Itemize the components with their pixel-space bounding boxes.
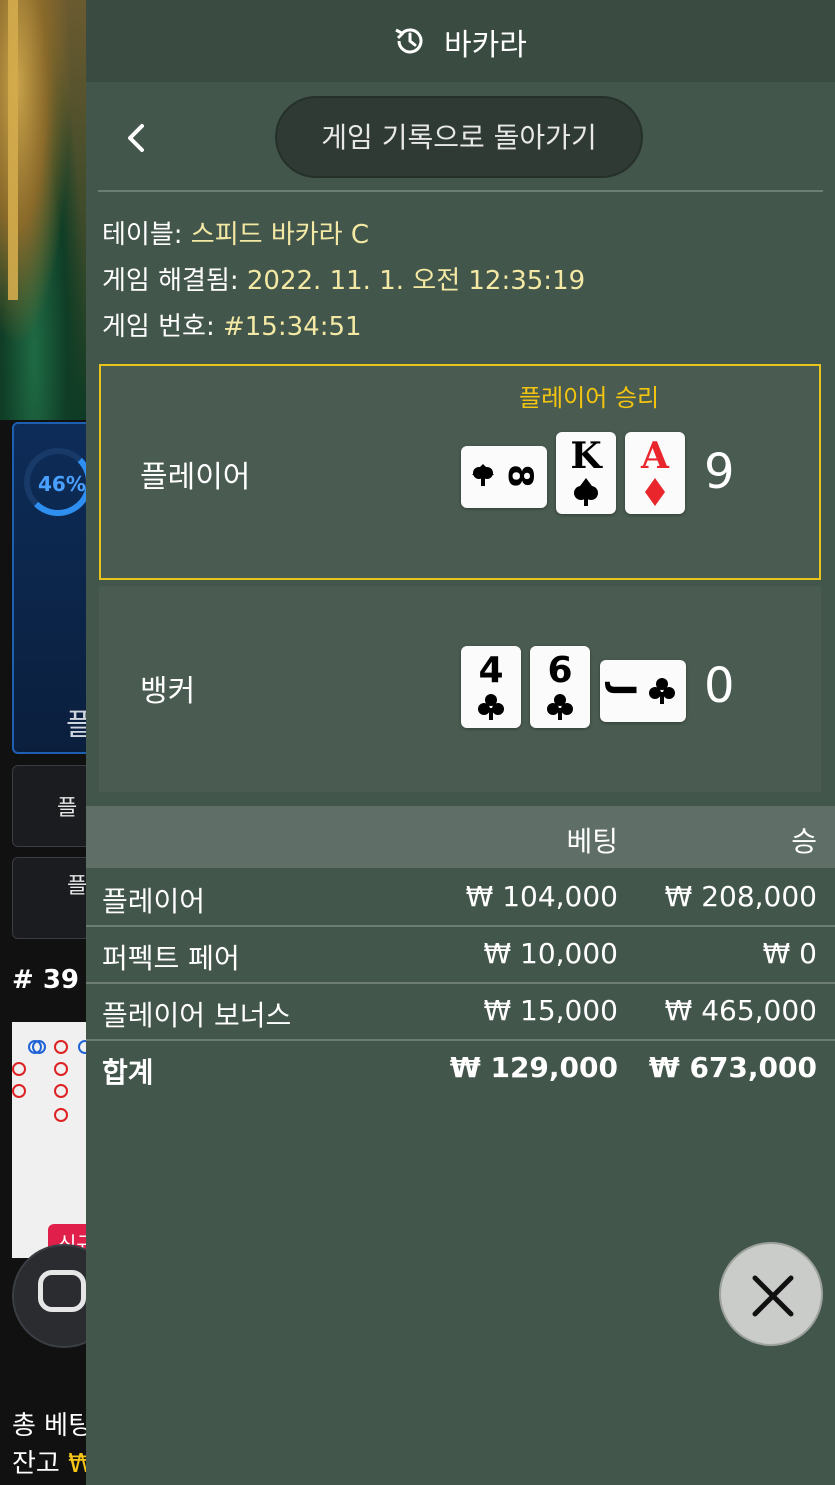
table-info: 테이블: 스피드 바카라 C bbox=[102, 214, 369, 251]
svg-text:K: K bbox=[570, 435, 603, 477]
divider bbox=[98, 190, 823, 192]
win-amount: ₩ 208,000 bbox=[664, 880, 817, 913]
round-number: # 39 bbox=[12, 965, 80, 995]
resolved-info: 게임 해결됨: 2022. 11. 1. 오전 12:35:19 bbox=[102, 260, 585, 297]
player-panel-label: 플 bbox=[66, 708, 86, 743]
table-total-row: 합계 ₩ 129,000 ₩ 673,000 bbox=[86, 1041, 835, 1096]
table-row: 퍼펙트 페어 ₩ 10,000 ₩ 0 bbox=[86, 927, 835, 984]
win-amount: ₩ 465,000 bbox=[664, 994, 817, 1027]
history-icon bbox=[395, 28, 423, 54]
live-video-feed bbox=[0, 0, 86, 420]
game-number-info: 게임 번호: #15:34:51 bbox=[102, 306, 362, 343]
bet-amount: ₩ 15,000 bbox=[483, 994, 618, 1027]
column-header-win: 승 bbox=[791, 825, 817, 858]
player-label: 플레이어 bbox=[140, 460, 251, 495]
side-bet-label: 플 bbox=[57, 796, 78, 821]
total-win: ₩ 673,000 bbox=[648, 1051, 817, 1084]
balance-row: 잔고 ₩ bbox=[12, 1443, 86, 1480]
bet-amount: ₩ 10,000 bbox=[483, 937, 618, 970]
total-bet: ₩ 129,000 bbox=[449, 1051, 618, 1084]
card-banker-1: 4 bbox=[461, 646, 521, 728]
svg-text:8: 8 bbox=[500, 464, 540, 488]
panel-header: 바카라 bbox=[86, 0, 835, 82]
panel-title: 바카라 bbox=[444, 28, 527, 63]
column-header-bet: 베팅 bbox=[566, 825, 618, 858]
card-player-1: 8 bbox=[461, 446, 547, 508]
balance-label: 잔고 bbox=[12, 1449, 60, 1479]
side-bet-button[interactable]: 플 bbox=[12, 765, 86, 847]
balance-currency: ₩ bbox=[68, 1449, 86, 1479]
game-history-detail-panel: 바카라 게임 기록으로 돌아가기 테이블: 스피드 바카라 C 게임 해결됨: … bbox=[86, 0, 835, 1485]
table-header: 베팅 승 bbox=[86, 806, 835, 868]
chevron-left-icon[interactable] bbox=[120, 118, 156, 158]
card-banker-2: 6 bbox=[530, 646, 590, 728]
win-amount: ₩ 0 bbox=[762, 937, 817, 970]
game-number-label: 게임 번호: bbox=[102, 312, 215, 342]
total-label: 합계 bbox=[102, 1056, 154, 1089]
close-button[interactable] bbox=[719, 1242, 823, 1346]
bet-amount: ₩ 104,000 bbox=[465, 880, 618, 913]
svg-text:4: 4 bbox=[478, 650, 503, 691]
table-row: 플레이어 보너스 ₩ 15,000 ₩ 465,000 bbox=[86, 984, 835, 1041]
back-to-history-button[interactable]: 게임 기록으로 돌아가기 bbox=[275, 96, 643, 178]
banker-label: 뱅커 bbox=[140, 674, 196, 709]
total-bet-label: 총 베팅금 bbox=[12, 1411, 86, 1441]
chip-stack-icon bbox=[38, 1270, 86, 1312]
svg-text:6: 6 bbox=[547, 650, 572, 691]
bet-name: 플레이어 bbox=[102, 885, 206, 918]
close-icon bbox=[752, 1275, 794, 1317]
player-win-label: 플레이어 승리 bbox=[519, 384, 660, 412]
table-label: 테이블: bbox=[102, 220, 183, 250]
svg-text:A: A bbox=[640, 435, 670, 477]
side-bet-button[interactable]: 플 bbox=[12, 857, 86, 939]
game-number-value: #15:34:51 bbox=[222, 312, 362, 342]
background-game-view: 46% 플 플 플 # 39 신규 총 베팅금 잔고 ₩ bbox=[0, 0, 86, 1485]
banker-score: 0 bbox=[704, 658, 735, 714]
card-player-2: K bbox=[556, 432, 616, 514]
bet-name: 플레이어 보너스 bbox=[102, 999, 292, 1032]
bet-name: 퍼펙트 페어 bbox=[102, 942, 240, 975]
player-score: 9 bbox=[704, 444, 735, 500]
card-banker-3: J bbox=[600, 660, 686, 722]
bead-road bbox=[12, 1022, 86, 1258]
table-value: 스피드 바카라 C bbox=[190, 220, 370, 250]
side-bet-label: 플 bbox=[67, 874, 86, 899]
card-player-3: A bbox=[625, 432, 685, 514]
table-row: 플레이어 ₩ 104,000 ₩ 208,000 bbox=[86, 870, 835, 927]
resolved-value: 2022. 11. 1. 오전 12:35:19 bbox=[246, 266, 586, 296]
svg-text:J: J bbox=[603, 682, 643, 697]
resolved-label: 게임 해결됨: bbox=[102, 266, 239, 296]
player-percent: 46% bbox=[38, 472, 86, 496]
